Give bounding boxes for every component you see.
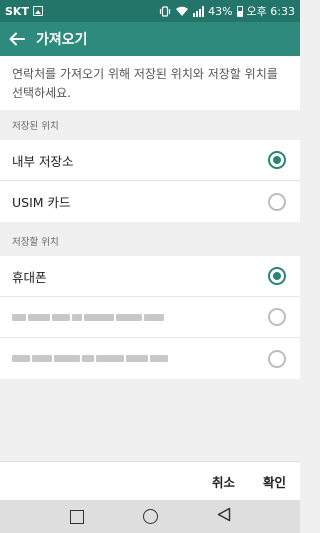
option-label: 휴대폰 <box>12 269 47 285</box>
option-account-1[interactable] <box>0 297 300 338</box>
back-button[interactable] <box>0 22 34 56</box>
redacted-label <box>12 355 168 362</box>
cancel-button[interactable]: 취소 <box>198 462 249 501</box>
option-internal-storage[interactable]: 내부 저장소 <box>0 140 300 181</box>
description-text: 연락처를 가져오기 위해 저장된 위치와 저장할 위치를 선택하세요. <box>0 56 300 110</box>
vibrate-icon <box>159 5 171 17</box>
option-usim-card[interactable]: USIM 카드 <box>0 181 300 222</box>
confirm-button[interactable]: 확인 <box>249 462 300 501</box>
carrier-label: SKT <box>5 4 29 18</box>
radio-selected[interactable] <box>268 151 286 169</box>
signal-icon <box>193 5 205 17</box>
page-title: 가져오기 <box>36 32 88 48</box>
dialog-footer: 취소 확인 <box>0 461 300 500</box>
radio-unselected[interactable] <box>268 349 286 368</box>
battery-icon <box>236 5 243 17</box>
option-account-2[interactable] <box>0 338 300 379</box>
saved-location-header: 저장된 위치 <box>12 121 59 132</box>
option-label: USIM 카드 <box>12 195 71 210</box>
arrow-left-icon <box>9 32 25 46</box>
status-bar: SKT 43% 오후 6:33 <box>0 0 300 22</box>
target-location-list: 휴대폰 <box>0 256 300 379</box>
app-bar: 가져오기 <box>0 22 300 56</box>
option-label: 내부 저장소 <box>12 153 74 169</box>
wifi-icon <box>175 6 189 17</box>
navigation-bar <box>0 500 300 533</box>
clock: 오후 6:33 <box>246 5 295 18</box>
battery-percent: 43% <box>208 4 233 18</box>
option-phone[interactable]: 휴대폰 <box>0 256 300 297</box>
image-icon <box>32 6 43 16</box>
radio-unselected[interactable] <box>268 192 286 211</box>
radio-unselected[interactable] <box>268 308 286 326</box>
saved-location-list: 내부 저장소 USIM 카드 <box>0 140 300 222</box>
recent-apps-icon[interactable] <box>69 509 84 524</box>
back-triangle-icon[interactable] <box>217 507 231 526</box>
target-location-header: 저장할 위치 <box>12 237 59 248</box>
redacted-label <box>12 313 164 321</box>
radio-selected[interactable] <box>268 267 286 285</box>
home-icon[interactable] <box>142 509 158 524</box>
